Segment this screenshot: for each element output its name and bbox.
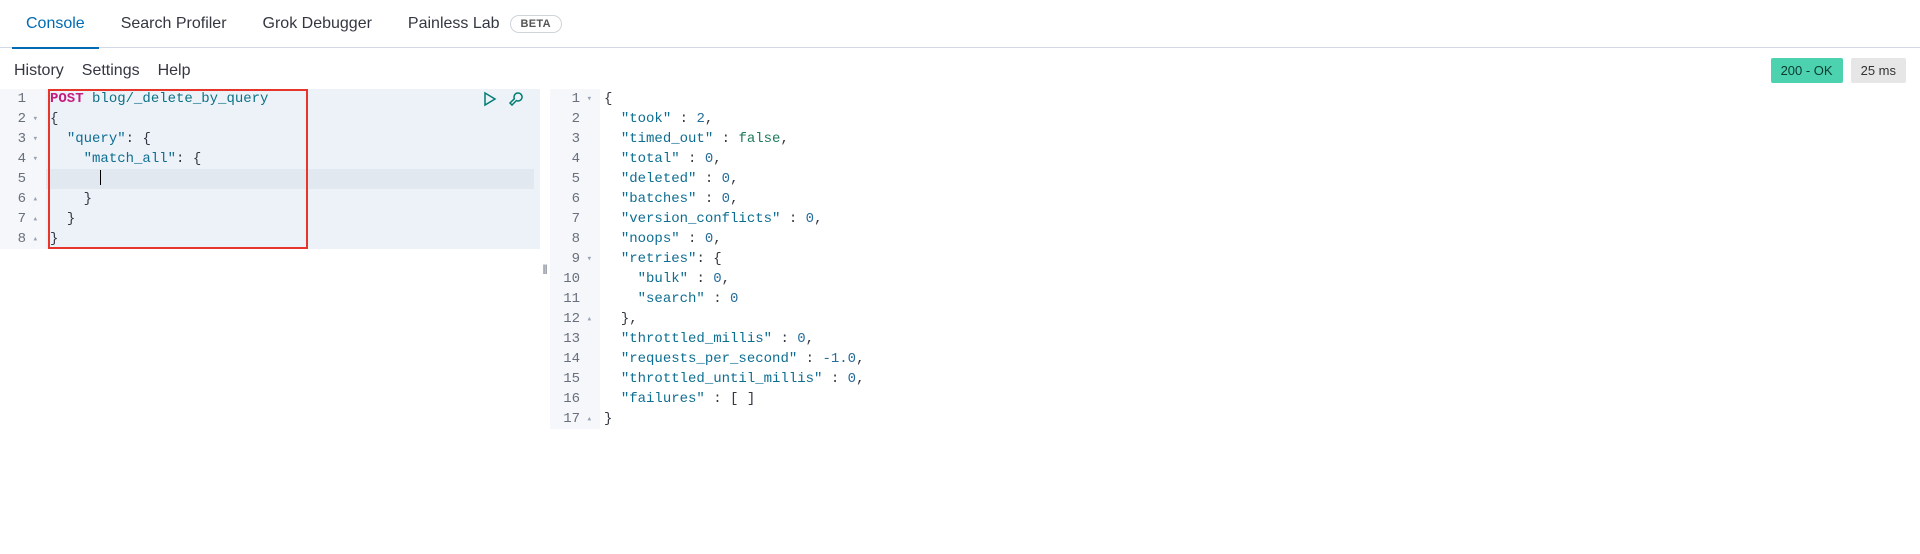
editor-panes: 12▾3▾4▾56▴7▴8▴ POST blog/_delete_by_quer… [0, 89, 1920, 449]
gutter-line: 3▾ [12, 129, 38, 149]
code-line[interactable]: "query": { [46, 129, 534, 149]
status-code-badge: 200 - OK [1771, 58, 1843, 83]
code-line[interactable]: POST blog/_delete_by_query [46, 89, 534, 109]
gutter-line: 3 [562, 129, 592, 149]
gutter-line: 4▾ [12, 149, 38, 169]
console-subnav: History Settings Help [14, 62, 191, 80]
beta-badge: BETA [510, 15, 562, 33]
response-gutter: 1▾23456789▾101112▴1314151617▴ [550, 89, 600, 429]
code-line[interactable]: "failures" : [ ] [600, 389, 1914, 409]
code-line[interactable] [46, 169, 534, 189]
code-line[interactable]: } [46, 189, 534, 209]
gutter-line: 15 [562, 369, 592, 389]
code-line[interactable]: } [46, 229, 534, 249]
code-line[interactable]: "bulk" : 0, [600, 269, 1914, 289]
code-line[interactable]: "timed_out" : false, [600, 129, 1914, 149]
dev-tools-tabs: Console Search Profiler Grok Debugger Pa… [0, 0, 1920, 48]
settings-link[interactable]: Settings [82, 62, 140, 80]
gutter-line: 14 [562, 349, 592, 369]
gutter-line: 10 [562, 269, 592, 289]
code-line[interactable]: "throttled_until_millis" : 0, [600, 369, 1914, 389]
gutter-line: 1 [12, 89, 38, 109]
gutter-line: 9▾ [562, 249, 592, 269]
gutter-line: 16 [562, 389, 592, 409]
code-line[interactable]: "search" : 0 [600, 289, 1914, 309]
code-line[interactable]: "retries": { [600, 249, 1914, 269]
gutter-line: 5 [562, 169, 592, 189]
request-editor[interactable]: 12▾3▾4▾56▴7▴8▴ POST blog/_delete_by_quer… [0, 89, 540, 249]
code-line[interactable]: } [600, 409, 1914, 429]
gutter-line: 12▴ [562, 309, 592, 329]
request-pane: 12▾3▾4▾56▴7▴8▴ POST blog/_delete_by_quer… [0, 89, 540, 449]
code-line[interactable]: "batches" : 0, [600, 189, 1914, 209]
tab-painless-lab[interactable]: Painless Lab BETA [394, 0, 576, 48]
gutter-line: 17▴ [562, 409, 592, 429]
help-link[interactable]: Help [158, 62, 191, 80]
code-line[interactable]: "noops" : 0, [600, 229, 1914, 249]
tab-console[interactable]: Console [12, 0, 99, 48]
code-line[interactable]: "throttled_millis" : 0, [600, 329, 1914, 349]
code-line[interactable]: { [46, 109, 534, 129]
code-line[interactable]: "deleted" : 0, [600, 169, 1914, 189]
status-duration-badge: 25 ms [1851, 58, 1906, 83]
gutter-line: 2▾ [12, 109, 38, 129]
code-line[interactable]: "total" : 0, [600, 149, 1914, 169]
response-code[interactable]: { "took" : 2, "timed_out" : false, "tota… [600, 89, 1920, 429]
gutter-line: 2 [562, 109, 592, 129]
gutter-line: 13 [562, 329, 592, 349]
gutter-line: 11 [562, 289, 592, 309]
gutter-line: 8▴ [12, 229, 38, 249]
code-line[interactable]: } [46, 209, 534, 229]
gutter-line: 7 [562, 209, 592, 229]
response-editor: 1▾23456789▾101112▴1314151617▴ { "took" :… [550, 89, 1920, 429]
console-subbar: History Settings Help 200 - OK 25 ms [0, 48, 1920, 89]
status-area: 200 - OK 25 ms [1771, 58, 1906, 83]
code-line[interactable]: "version_conflicts" : 0, [600, 209, 1914, 229]
history-link[interactable]: History [14, 62, 64, 80]
gutter-line: 7▴ [12, 209, 38, 229]
gutter-line: 1▾ [562, 89, 592, 109]
gutter-line: 8 [562, 229, 592, 249]
request-code[interactable]: POST blog/_delete_by_query{ "query": { "… [46, 89, 540, 249]
gutter-line: 5 [12, 169, 38, 189]
pane-divider[interactable]: ‖ [540, 89, 550, 449]
tab-search-profiler[interactable]: Search Profiler [107, 0, 241, 48]
code-line[interactable]: "took" : 2, [600, 109, 1914, 129]
code-line[interactable]: { [600, 89, 1914, 109]
tab-grok-debugger[interactable]: Grok Debugger [249, 0, 386, 48]
code-line[interactable]: "match_all": { [46, 149, 534, 169]
response-pane: 1▾23456789▾101112▴1314151617▴ { "took" :… [550, 89, 1920, 449]
gutter-line: 4 [562, 149, 592, 169]
gutter-line: 6▴ [12, 189, 38, 209]
request-gutter: 12▾3▾4▾56▴7▴8▴ [0, 89, 46, 249]
code-line[interactable]: "requests_per_second" : -1.0, [600, 349, 1914, 369]
gutter-line: 6 [562, 189, 592, 209]
code-line[interactable]: }, [600, 309, 1914, 329]
